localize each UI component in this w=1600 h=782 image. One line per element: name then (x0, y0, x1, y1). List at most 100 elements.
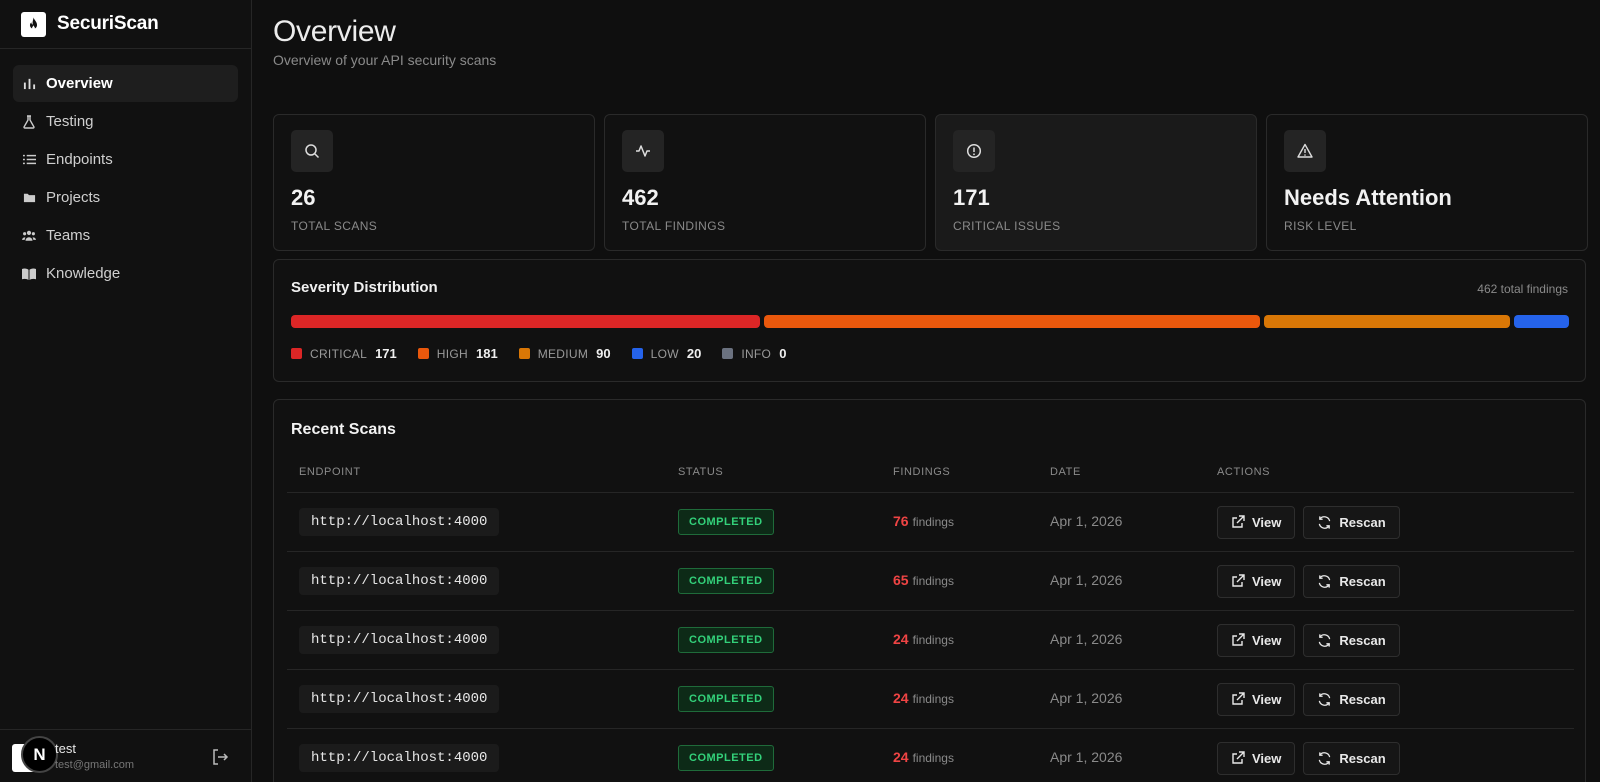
findings-cell: 24 findings (893, 749, 1050, 767)
sidebar-item-label: Testing (46, 113, 94, 130)
user-name: test (55, 741, 76, 756)
sidebar-nav: Overview Testing Endpoints Projects Team… (0, 49, 251, 292)
alert-circle-icon (953, 130, 995, 172)
sidebar-item-label: Overview (46, 75, 113, 92)
rescan-button-label: Rescan (1339, 573, 1386, 589)
view-button[interactable]: View (1217, 564, 1296, 598)
sidebar-item-endpoints[interactable]: Endpoints (13, 141, 238, 178)
column-header-findings: FINDINGS (893, 466, 951, 478)
scan-date: Apr 1, 2026 (1050, 749, 1123, 765)
table-row: http://localhost:4000 COMPLETED 65 findings… (287, 552, 1574, 611)
sidebar: SecuriScan Overview Testing Endpoints Pr… (0, 0, 252, 782)
date-cell: Apr 1, 2026 (1050, 572, 1217, 590)
sidebar-item-teams[interactable]: Teams (13, 217, 238, 254)
legend-item-medium: MEDIUM 90 (518, 346, 611, 361)
findings-label: findings (912, 515, 954, 529)
sidebar-item-knowledge[interactable]: Knowledge (13, 255, 238, 292)
date-cell: Apr 1, 2026 (1050, 513, 1217, 531)
findings-label: findings (912, 751, 954, 765)
findings-count: 24 (893, 749, 909, 765)
view-button[interactable]: View (1217, 741, 1296, 775)
status-badge: COMPLETED (678, 627, 774, 653)
endpoint-cell: http://localhost:4000 (287, 508, 678, 536)
sidebar-item-label: Teams (46, 227, 91, 244)
page-title: Overview (273, 15, 396, 48)
section-title: Recent Scans (291, 421, 396, 438)
findings-cell: 24 findings (893, 631, 1050, 649)
external-link-icon (1232, 574, 1245, 587)
stat-card-total-scans: 26 TOTAL SCANS (273, 114, 595, 251)
legend-name: LOW (650, 346, 679, 361)
refresh-icon (1319, 633, 1331, 647)
rescan-button[interactable]: Rescan (1303, 682, 1400, 716)
flame-icon (21, 11, 46, 37)
column-header-actions: ACTIONS (1217, 466, 1271, 478)
status-cell: COMPLETED (678, 627, 893, 653)
refresh-icon (1319, 574, 1331, 588)
sidebar-item-overview[interactable]: Overview (13, 65, 238, 102)
status-badge: COMPLETED (678, 745, 774, 771)
table-row: http://localhost:4000 COMPLETED 24 findings… (287, 670, 1574, 729)
legend-swatch (518, 348, 530, 359)
rescan-button-label: Rescan (1339, 632, 1386, 648)
search-icon (291, 130, 333, 172)
rescan-button-label: Rescan (1339, 514, 1386, 530)
legend-item-critical: CRITICAL 171 (291, 346, 397, 361)
stat-card-risk-level: Needs Attention RISK LEVEL (1266, 114, 1588, 251)
external-link-icon (1232, 515, 1245, 528)
stats-row: 26 TOTAL SCANS 462 TOTAL FINDINGS 171 CR… (273, 114, 1588, 251)
page-subtitle: Overview of your API security scans (273, 52, 497, 68)
sidebar-item-projects[interactable]: Projects (13, 179, 238, 216)
findings-count: 65 (893, 572, 909, 588)
findings-count: 24 (893, 690, 909, 706)
list-icon (22, 153, 36, 167)
endpoint-cell: http://localhost:4000 (287, 685, 678, 713)
rescan-button[interactable]: Rescan (1303, 623, 1400, 657)
status-badge: COMPLETED (678, 509, 774, 535)
view-button[interactable]: View (1217, 682, 1296, 716)
logout-button[interactable] (209, 746, 231, 768)
legend-name: CRITICAL (310, 346, 368, 361)
main-content: Overview Overview of your API security s… (253, 0, 1600, 782)
rescan-button[interactable]: Rescan (1303, 564, 1400, 598)
date-cell: Apr 1, 2026 (1050, 749, 1217, 767)
view-button-label: View (1252, 691, 1282, 707)
legend-swatch (417, 348, 429, 359)
endpoint-url: http://localhost:4000 (299, 567, 500, 595)
stat-value: Needs Attention (1284, 185, 1452, 210)
stat-value: 462 (622, 185, 659, 210)
brand[interactable]: SecuriScan (0, 0, 251, 49)
external-link-icon (1232, 692, 1245, 705)
scan-date: Apr 1, 2026 (1050, 513, 1123, 529)
refresh-icon (1319, 751, 1331, 765)
view-button[interactable]: View (1217, 505, 1296, 539)
flask-icon (22, 114, 36, 129)
view-button[interactable]: View (1217, 623, 1296, 657)
endpoint-cell: http://localhost:4000 (287, 567, 678, 595)
activity-icon (622, 130, 664, 172)
legend-count: 20 (686, 346, 702, 361)
rescan-button[interactable]: Rescan (1303, 505, 1400, 539)
actions-cell: View Rescan (1217, 564, 1574, 598)
stat-value: 26 (291, 185, 316, 210)
severity-legend: CRITICAL 171 HIGH 181 MEDIUM 90 LOW 20 I… (291, 346, 807, 361)
dev-indicator-badge[interactable]: N (21, 736, 58, 773)
user-panel: N test test@gmail.com (0, 729, 252, 782)
table-header: ENDPOINT STATUS FINDINGS DATE ACTIONS (287, 452, 1574, 493)
legend-swatch (631, 348, 643, 359)
actions-cell: View Rescan (1217, 682, 1574, 716)
legend-count: 181 (475, 346, 498, 361)
actions-cell: View Rescan (1217, 623, 1574, 657)
brand-name: SecuriScan (57, 13, 159, 34)
findings-label: findings (912, 633, 954, 647)
severity-segment-critical (291, 315, 760, 328)
endpoint-url: http://localhost:4000 (299, 685, 500, 713)
column-header-date: DATE (1050, 466, 1081, 478)
rescan-button[interactable]: Rescan (1303, 741, 1400, 775)
refresh-icon (1319, 692, 1331, 706)
legend-name: HIGH (436, 346, 468, 361)
status-cell: COMPLETED (678, 568, 893, 594)
legend-count: 90 (596, 346, 611, 361)
sidebar-item-testing[interactable]: Testing (13, 103, 238, 140)
severity-segment-low (1514, 315, 1569, 328)
